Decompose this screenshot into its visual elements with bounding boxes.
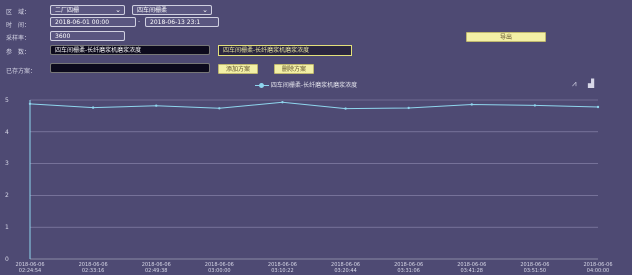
data-point[interactable] (470, 103, 473, 106)
data-point[interactable] (218, 107, 221, 110)
x-tick-label: 2018-06-06 03:20:44 (331, 262, 361, 274)
x-tick-label: 2018-06-06 03:10:22 (267, 262, 297, 274)
data-point[interactable] (155, 104, 158, 107)
x-tick-label: 2018-06-06 02:49:38 (141, 262, 171, 274)
x-tick-label: 2018-06-06 03:31:06 (394, 262, 424, 274)
x-tick-label: 2018-06-06 03:41:28 (457, 262, 487, 274)
data-point[interactable] (91, 106, 95, 109)
x-tick-label: 2018-06-06 04:00:00 (583, 262, 613, 274)
data-point[interactable] (344, 107, 347, 110)
line-chart (28, 99, 600, 260)
data-point[interactable] (533, 104, 537, 107)
x-tick-label: 2018-06-06 02:33:16 (78, 262, 108, 274)
x-tick-label: 2018-06-06 03:00:00 (204, 262, 234, 274)
data-point[interactable] (407, 106, 410, 110)
series-line (29, 101, 599, 110)
data-point[interactable] (281, 101, 284, 104)
data-point[interactable] (596, 105, 600, 109)
x-tick-label: 2018-06-06 03:51:50 (520, 262, 550, 274)
data-point[interactable] (28, 102, 32, 106)
x-tick-label: 2018-06-06 02:24:54 (15, 262, 45, 274)
